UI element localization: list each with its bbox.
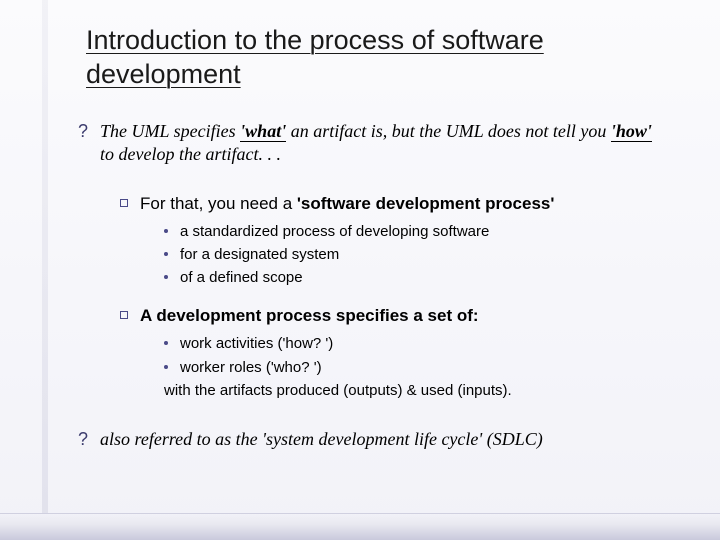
dot-bullet-icon [164,229,168,233]
text-run: of a defined scope [180,269,303,286]
square-bullet-icon [120,199,128,207]
sub-need-process: For that, you need a 'software developme… [120,193,668,216]
bullet-icon: ? [78,428,88,451]
dot-bullet-icon [164,341,168,345]
text-run: with the artifacts produced (outputs) & … [164,382,512,399]
item-defined-scope: of a defined scope [164,268,668,288]
slide-title: Introduction to the process of software … [86,24,646,92]
text-run: The UML specifies [100,121,240,141]
dot-bullet-icon [164,275,168,279]
item-work-activities: work activities ('how? ') [164,334,668,354]
square-bullet-icon [120,311,128,319]
para-uml-what-how: ? The UML specifies 'what' an artifact i… [78,120,668,167]
emph-what: 'what' [240,121,286,142]
sub-specifies-set: A development process specifies a set of… [120,305,668,328]
text-run: worker roles ('who? ') [180,359,322,376]
decor-side-stripe [42,0,48,540]
item-standardized: a standardized process of developing sof… [164,222,668,242]
item-worker-roles: worker roles ('who? ') [164,358,668,378]
dot-bullet-icon [164,252,168,256]
slide: Introduction to the process of software … [0,0,720,540]
text-run: a standardized process of developing sof… [180,223,489,240]
para-sdlc: ? also referred to as the 'system develo… [78,428,668,451]
dot-bullet-icon [164,365,168,369]
text-run: work activities ('how? ') [180,335,333,352]
emph-how: 'how' [611,121,652,142]
text-run: also referred to as the 'system developm… [100,429,543,449]
emph-process: 'software development process' [297,194,555,213]
item-artifacts-tail: with the artifacts produced (outputs) & … [164,381,668,401]
decor-footer-stripe [0,513,720,540]
text-run: For that, you need a [140,194,297,213]
text-run: an artifact is, but the UML does not tel… [286,121,611,141]
text-run: for a designated system [180,246,339,263]
item-designated-system: for a designated system [164,245,668,265]
bullet-icon: ? [78,120,88,143]
text-run: A development process specifies a set of… [140,306,479,325]
text-run: to develop the artifact. . . [100,144,281,164]
slide-body: ? The UML specifies 'what' an artifact i… [78,120,668,452]
